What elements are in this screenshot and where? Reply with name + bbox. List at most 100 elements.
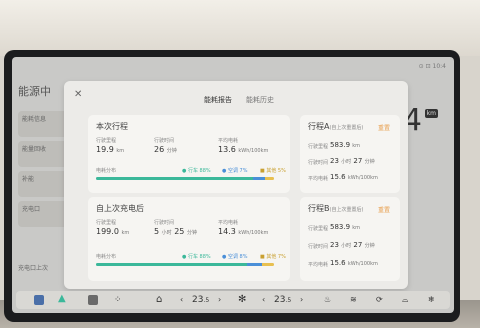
distribution-legend: 电耗分布 ● 行车 88% ● 空调 8% ■ 其他 7% (96, 253, 292, 260)
bg-tile-charge-port[interactable]: 充电口 (18, 201, 70, 227)
field-label: 行驶时间 (154, 220, 175, 226)
bg-tile-recharge[interactable]: 补能 (18, 171, 70, 197)
row-label: 行驶里程 (308, 144, 329, 150)
row-value: 15.6 kWh/100km (330, 259, 378, 267)
avg-row: 平均电耗 15.6 kWh/100km (308, 173, 418, 182)
right-temp-value: 23 (274, 295, 286, 305)
legend-other-text: 其他 7% (266, 254, 286, 260)
bar-segment-other (265, 177, 274, 180)
reset-button[interactable]: 重置 (378, 205, 390, 214)
avg-unit: kWh/100km (347, 261, 378, 267)
field-value: 19.9 km (96, 145, 124, 154)
defrost-rear-icon[interactable]: ⌓ (402, 294, 408, 306)
avg-value: 13.6 (218, 145, 236, 154)
home-icon[interactable]: ⌂ (156, 294, 162, 306)
trip-b-title: 行程B (308, 204, 330, 213)
distance-unit: km (116, 148, 125, 154)
media-app-icon[interactable] (88, 295, 98, 305)
bottom-dock: ▲ ⁘ ⌂ ‹ 23.5 › ✻ ‹ 23.5 › ♨ ≋ ⟳ ⌓ ❄ (16, 291, 450, 309)
field-value: 26 分钟 (154, 145, 177, 154)
distribution-legend: 电耗分布 ● 行车 88% ● 空调 7% ■ 其他 5% (96, 167, 292, 174)
bg-unit-badge: km (424, 109, 438, 118)
bar-segment-drive (96, 177, 253, 180)
right-temperature[interactable]: 23.5 (274, 294, 291, 306)
legend-drive-text: 行车 88% (187, 254, 211, 260)
row-value: 23 小时 27 分钟 (330, 157, 375, 165)
avg-consumption-field: 平均电耗 14.3 kWh/100km (218, 219, 268, 236)
legend-drive: ● 行车 88% (182, 168, 211, 174)
temp-up-right-icon[interactable]: › (300, 294, 303, 306)
trip-b-subtitle: (自上次重置后) (329, 207, 364, 213)
temp-up-left-icon[interactable]: › (218, 294, 221, 306)
row-label: 平均电耗 (308, 176, 329, 182)
close-icon[interactable]: ✕ (74, 89, 82, 100)
distance-field: 行驶里程 199.0 km (96, 219, 129, 236)
ambient-background (0, 0, 480, 56)
bar-segment-drive (96, 263, 248, 266)
since-charge-card: 自上次充电后 行驶里程 199.0 km 行驶时间 5 小时 25 分钟 平均电… (88, 197, 290, 281)
time-hours: 23 (330, 241, 339, 249)
time-unit-hours: 小时 (161, 230, 172, 236)
current-trip-card: 本次行程 行驶里程 19.9 km 行驶时间 26 分钟 平均电耗 13.6 k… (88, 115, 290, 193)
tab-energy-report[interactable]: 能耗报告 (204, 95, 232, 105)
legend-drive: ● 行车 88% (182, 254, 211, 260)
infotainment-screen: ⊙ ⊡ 10:4 能源中 能耗信息 能量回收 补能 充电口 4 km 充电口上次… (12, 57, 454, 313)
distance-value: 583.9 (330, 141, 351, 149)
card-title: 本次行程 (96, 122, 128, 131)
bg-tile-regen[interactable]: 能量回收 (18, 141, 70, 167)
bar-segment-other (261, 263, 274, 266)
temp-down-right-icon[interactable]: ‹ (262, 294, 265, 306)
time-unit-hours: 小时 (341, 159, 352, 165)
distance-row: 行驶里程 583.9 km (308, 223, 418, 232)
field-value: 13.6 kWh/100km (218, 145, 268, 154)
page-title: 能源中 (18, 85, 51, 98)
left-temp-value: 23 (192, 295, 204, 305)
distance-value: 19.9 (96, 145, 114, 154)
seat-heat-icon[interactable]: ♨ (324, 294, 331, 306)
legend-other: ■ 其他 5% (260, 168, 286, 174)
bar-segment-ac (252, 177, 266, 180)
field-value: 14.3 kWh/100km (218, 227, 268, 236)
field-label: 平均电耗 (218, 138, 239, 144)
time-row: 行驶时间 23 小时 27 分钟 (308, 157, 418, 166)
distance-value: 583.9 (330, 223, 351, 231)
time-unit: 分钟 (166, 148, 177, 154)
reset-button[interactable]: 重置 (378, 123, 390, 132)
avg-value: 14.3 (218, 227, 236, 236)
legend-ac-text: 空调 8% (227, 254, 248, 260)
legend-ac: ● 空调 8% (222, 254, 248, 260)
apps-grid-icon[interactable]: ⁘ (114, 294, 122, 306)
field-label: 行驶里程 (96, 220, 117, 226)
time-unit-minutes: 分钟 (364, 159, 375, 165)
legend-ac-text: 空调 7% (227, 168, 248, 174)
left-temperature[interactable]: 23.5 (192, 294, 209, 306)
card-title: 自上次充电后 (96, 204, 144, 213)
row-value: 23 小时 27 分钟 (330, 241, 375, 249)
fan-icon[interactable]: ✻ (238, 294, 246, 306)
tab-energy-history[interactable]: 能耗历史 (246, 95, 274, 105)
dialog-tabs: 能耗报告 能耗历史 (204, 95, 274, 105)
time-unit-minutes: 分钟 (186, 230, 197, 236)
card-title: 行程B(自上次重置后) (308, 203, 363, 214)
row-value: 15.6 kWh/100km (330, 173, 378, 181)
trip-a-card: 行程A(自上次重置后) 重置 行驶里程 583.9 km 行驶时间 23 小时 27… (300, 115, 400, 193)
defrost-front-icon[interactable]: ≋ (350, 294, 357, 306)
recirculation-icon[interactable]: ⟳ (376, 294, 383, 306)
avg-consumption-field: 平均电耗 13.6 kWh/100km (218, 137, 268, 154)
avg-row: 平均电耗 15.6 kWh/100km (308, 259, 418, 268)
ac-icon[interactable]: ❄ (428, 294, 435, 306)
energy-report-dialog: ✕ 能耗报告 能耗历史 本次行程 行驶里程 19.9 km 行驶时间 26 分钟… (64, 81, 408, 289)
time-field: 行驶时间 5 小时 25 分钟 (154, 219, 197, 236)
time-unit-minutes: 分钟 (364, 243, 375, 249)
distance-unit: km (352, 225, 361, 231)
temp-down-left-icon[interactable]: ‹ (180, 294, 183, 306)
navigation-app-icon[interactable]: ▲ (58, 293, 66, 305)
bg-tile-energy[interactable]: 能耗信息 (18, 111, 70, 137)
distribution-label: 电耗分布 (96, 168, 117, 174)
distance-field: 行驶里程 19.9 km (96, 137, 124, 154)
distribution-bar (96, 177, 274, 180)
time-hours: 23 (330, 157, 339, 165)
phone-app-icon[interactable] (34, 295, 44, 305)
avg-unit: kWh/100km (238, 148, 269, 154)
row-label: 行驶时间 (308, 244, 329, 250)
